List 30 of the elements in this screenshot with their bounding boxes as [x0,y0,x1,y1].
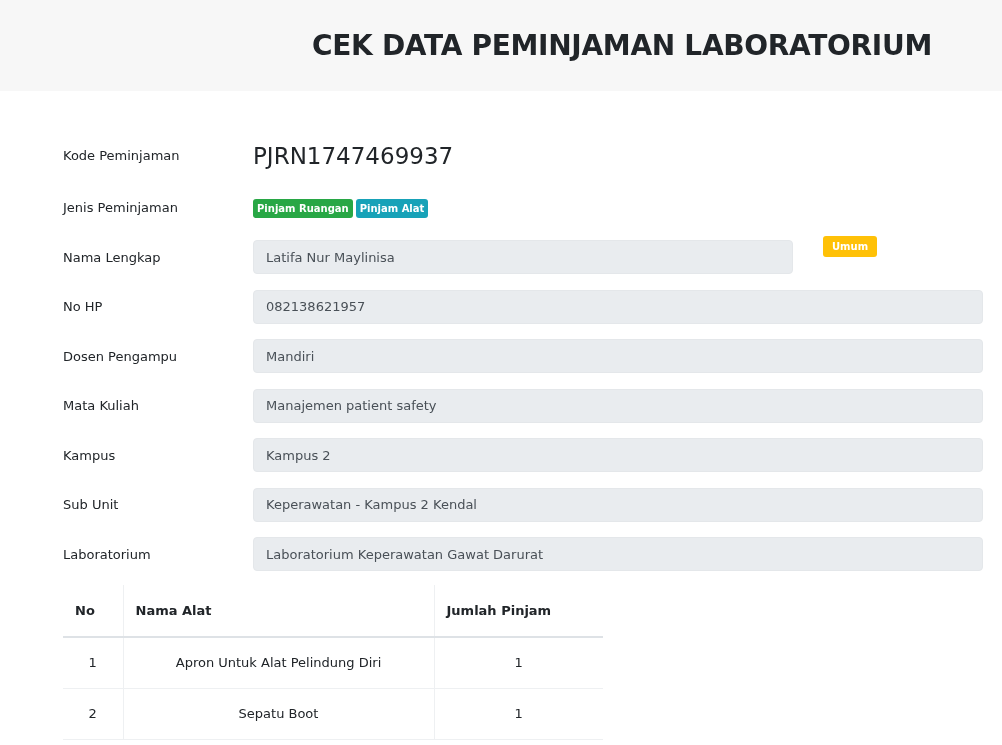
field-label: Kampus [63,446,117,465]
loan-code: PJRN1747469937 [253,141,454,171]
input-field[interactable]: Latifa Nur Maylinisa [253,240,793,275]
column-header: Jumlah Pinjam [434,585,603,637]
field-label: Nama Lengkap [63,248,162,267]
column-header: No [63,585,123,637]
field-label: No HP [63,298,104,316]
loan-type-tag: Pinjam Alat [355,198,429,218]
field-label: Dosen Pengampu [63,347,179,366]
page-title: CEK DATA PEMINJAMAN LABORATORIUM [312,28,932,63]
input-field[interactable]: Keperawatan - Kampus 2 Kendal [253,487,983,522]
user-type-tag: Umum [823,235,878,257]
table-cell: Apron Untuk Alat Pelindung Diri [123,637,434,688]
loan-type-tag: Pinjam Ruangan [253,198,353,218]
column-header: Nama Alat [123,585,434,637]
table-cell: 1 [434,688,603,739]
table-cell: Sepatu Boot [123,688,434,739]
table-cell: 1 [434,637,603,688]
input-field[interactable]: Laboratorium Keperawatan Gawat Darurat [253,537,983,572]
table-cell: 2 [63,688,123,739]
input-field[interactable]: Mandiri [253,339,983,374]
input-field[interactable]: 082138621957 [253,289,983,324]
input-field[interactable]: Kampus 2 [253,438,983,473]
input-field[interactable]: Manajemen patient safety [253,388,983,423]
table-cell: 1 [63,637,123,688]
field-label: Sub Unit [63,496,120,514]
field-label: Mata Kuliah [63,397,140,415]
field-label: Laboratorium [63,545,152,564]
field-label: Jenis Peminjaman [63,199,179,217]
field-label: Kode Peminjaman [63,147,181,166]
